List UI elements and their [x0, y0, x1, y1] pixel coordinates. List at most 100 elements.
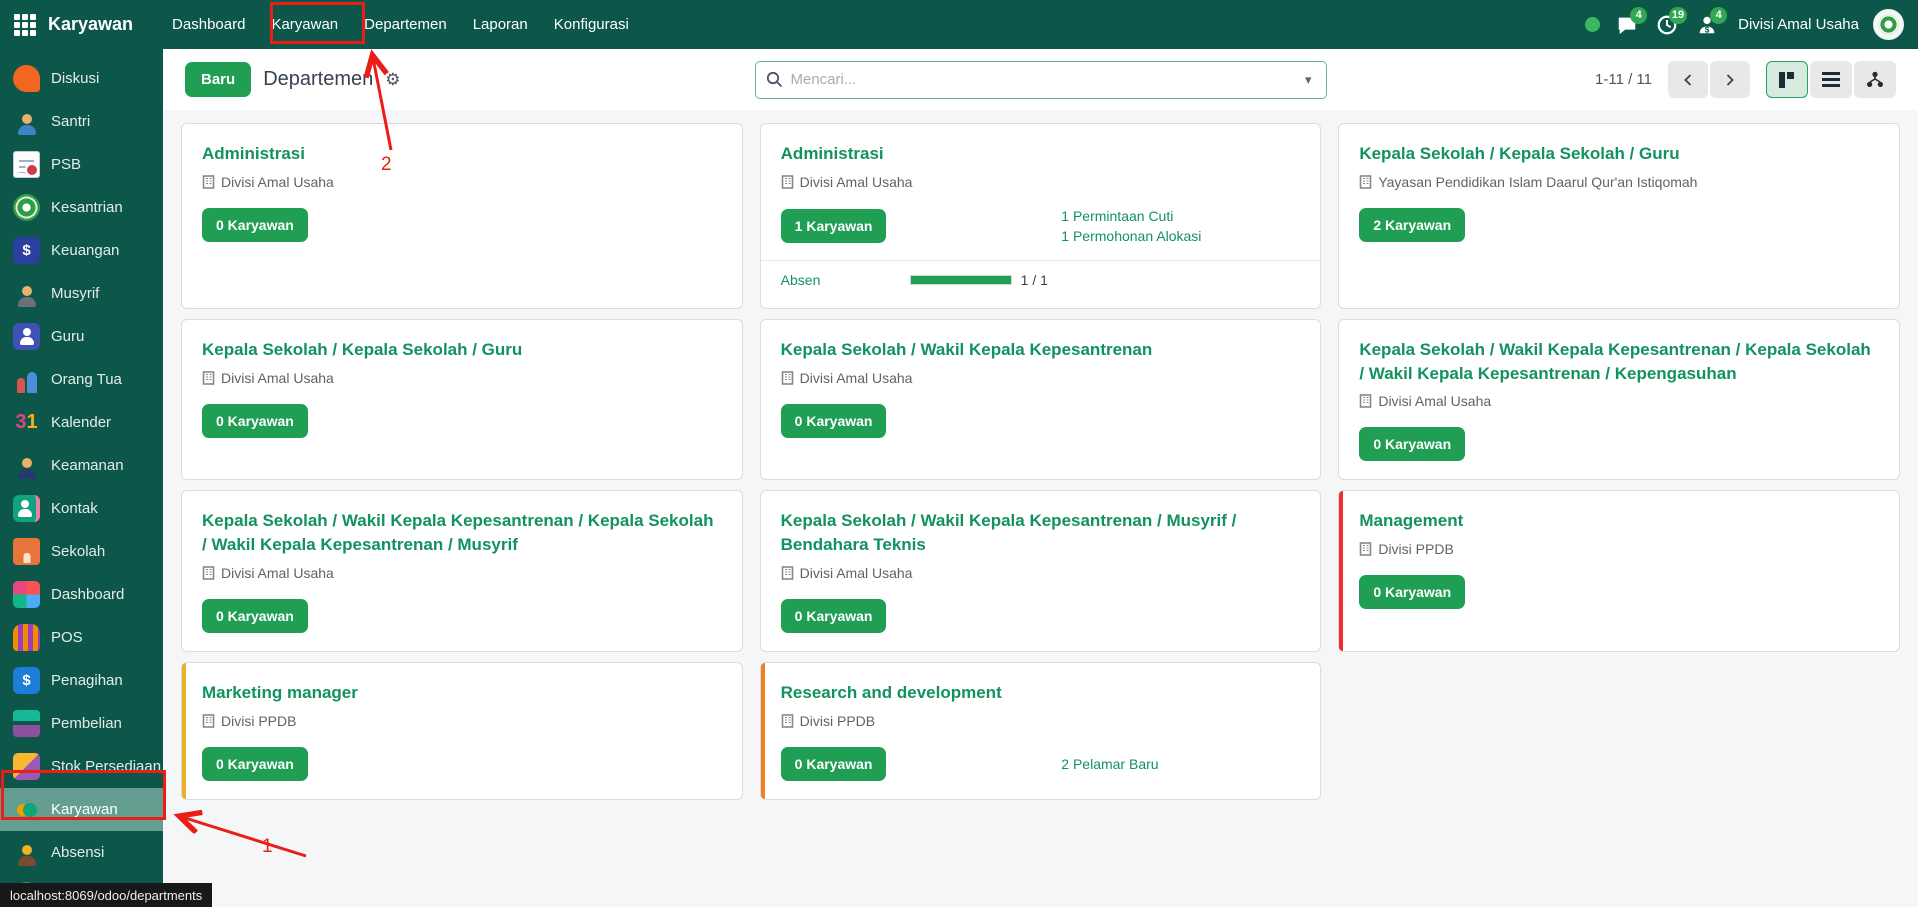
employees-count-button[interactable]: 0 Karyawan	[202, 208, 308, 242]
kanban-view-icon	[1779, 72, 1795, 88]
activities-clock-icon[interactable]: 19	[1654, 12, 1680, 38]
sidebar-item-kontak[interactable]: Kontak	[0, 487, 163, 530]
menu-departemen[interactable]: Departemen	[351, 0, 460, 49]
building-icon	[781, 714, 794, 728]
employee-dollar-icon[interactable]: $ 4	[1694, 12, 1720, 38]
department-card[interactable]: Kepala Sekolah / Wakil Kepala Kepesantre…	[1338, 319, 1900, 481]
sidebar-item-sekolah[interactable]: Sekolah	[0, 530, 163, 573]
department-card[interactable]: Kepala Sekolah / Wakil Kepala Kepesantre…	[760, 319, 1322, 481]
department-name: Administrasi	[781, 142, 1301, 166]
employees-count-button[interactable]: 0 Karyawan	[781, 599, 887, 633]
sidebar-item-dashboard[interactable]: Dashboard	[0, 573, 163, 616]
department-name: Kepala Sekolah / Kepala Sekolah / Guru	[1359, 142, 1879, 166]
employees-count-button[interactable]: 0 Karyawan	[781, 404, 887, 438]
department-card[interactable]: Marketing manager Divisi PPDB 0 Karyawan	[181, 662, 743, 800]
building-icon	[202, 714, 215, 728]
control-panel: Baru Departemen ⚙ ▾ 1-11 / 11	[163, 49, 1918, 110]
employees-count-button[interactable]: 0 Karyawan	[202, 599, 308, 633]
hierarchy-view-icon	[1866, 71, 1884, 88]
search-bar[interactable]: ▾	[755, 61, 1327, 99]
sidebar-item-orang-tua[interactable]: Orang Tua	[0, 358, 163, 401]
sidebar-item-penagihan[interactable]: Penagihan	[0, 659, 163, 702]
view-switch-hierarchy[interactable]	[1854, 61, 1896, 98]
absence-ratio: 1 / 1	[1021, 272, 1048, 288]
gear-icon[interactable]: ⚙	[385, 70, 400, 90]
search-dropdown-caret-icon[interactable]: ▾	[1301, 72, 1316, 88]
sidebar: Diskusi Santri PSB Kesantrian Keuangan M…	[0, 49, 163, 907]
apps-menu-icon[interactable]	[14, 14, 36, 36]
employees-count-button[interactable]: 0 Karyawan	[202, 404, 308, 438]
app-name[interactable]: Karyawan	[48, 14, 133, 35]
department-card[interactable]: Kepala Sekolah / Kepala Sekolah / Guru D…	[181, 319, 743, 481]
sidebar-item-psb[interactable]: PSB	[0, 143, 163, 186]
pager-prev-button[interactable]	[1668, 61, 1708, 98]
sidebar-item-absensi[interactable]: Absensi	[0, 831, 163, 874]
department-card[interactable]: Management Divisi PPDB 0 Karyawan	[1338, 490, 1900, 652]
company-name: Divisi Amal Usaha	[800, 565, 913, 581]
document-icon	[13, 151, 40, 178]
status-url: localhost:8069/odoo/departments	[0, 883, 212, 907]
department-card[interactable]: Kepala Sekolah / Wakil Kepala Kepesantre…	[181, 490, 743, 652]
department-card[interactable]: Kepala Sekolah / Wakil Kepala Kepesantre…	[760, 490, 1322, 652]
menu-dashboard[interactable]: Dashboard	[159, 0, 258, 49]
messages-badge: 4	[1630, 7, 1647, 24]
sidebar-item-keamanan[interactable]: Keamanan	[0, 444, 163, 487]
department-card[interactable]: Administrasi Divisi Amal Usaha 1 Karyawa…	[760, 123, 1322, 309]
leave-requests-link[interactable]: 1 Permintaan Cuti	[1061, 208, 1300, 224]
messages-icon[interactable]: 4	[1614, 12, 1640, 38]
sidebar-item-diskusi[interactable]: Diskusi	[0, 57, 163, 100]
new-applicants-link[interactable]: 2 Pelamar Baru	[1061, 756, 1300, 772]
new-button[interactable]: Baru	[185, 62, 251, 97]
sidebar-item-santri[interactable]: Santri	[0, 100, 163, 143]
sidebar-item-kalender[interactable]: Kalender	[0, 401, 163, 444]
employees-count-button[interactable]: 0 Karyawan	[781, 747, 887, 781]
view-switch-kanban[interactable]	[1766, 61, 1808, 98]
sidebar-item-kesantrian[interactable]: Kesantrian	[0, 186, 163, 229]
sidebar-item-guru[interactable]: Guru	[0, 315, 163, 358]
dashboard-grid-icon	[13, 581, 40, 608]
view-switch-list[interactable]	[1810, 61, 1852, 98]
invoicing-dollar-icon	[13, 667, 40, 694]
building-icon	[202, 371, 215, 385]
department-card[interactable]: Administrasi Divisi Amal Usaha 0 Karyawa…	[181, 123, 743, 309]
parents-icon	[13, 366, 40, 393]
school-building-icon	[13, 538, 40, 565]
employees-count-button[interactable]: 0 Karyawan	[1359, 575, 1465, 609]
activities-badge: 19	[1669, 7, 1687, 24]
sidebar-item-karyawan[interactable]: Karyawan	[0, 788, 163, 831]
employees-count-button[interactable]: 1 Karyawan	[781, 209, 887, 243]
employees-count-button[interactable]: 0 Karyawan	[1359, 427, 1465, 461]
building-icon	[1359, 542, 1372, 556]
search-input[interactable]	[791, 71, 1301, 88]
sidebar-item-keuangan[interactable]: Keuangan	[0, 229, 163, 272]
sidebar-item-pembelian[interactable]: Pembelian	[0, 702, 163, 745]
user-avatar[interactable]	[1873, 9, 1904, 40]
department-card[interactable]: Research and development Divisi PPDB 0 K…	[760, 662, 1322, 800]
employees-count-button[interactable]: 0 Karyawan	[202, 747, 308, 781]
department-name: Kepala Sekolah / Wakil Kepala Kepesantre…	[781, 509, 1301, 557]
sidebar-item-pos[interactable]: POS	[0, 616, 163, 659]
absence-label[interactable]: Absen	[781, 272, 911, 288]
sidebar-item-stok-persediaan[interactable]: Stok Persediaan	[0, 745, 163, 788]
company-name: Yayasan Pendidikan Islam Daarul Qur'an I…	[1378, 174, 1697, 190]
absence-progress-bar	[911, 276, 1011, 284]
sidebar-item-musyrif[interactable]: Musyrif	[0, 272, 163, 315]
menu-konfigurasi[interactable]: Konfigurasi	[541, 0, 642, 49]
company-switcher[interactable]: Divisi Amal Usaha	[1738, 16, 1859, 33]
menu-laporan[interactable]: Laporan	[460, 0, 541, 49]
company-name: Divisi PPDB	[1378, 541, 1453, 557]
status-dot	[1585, 17, 1600, 32]
calendar-31-icon	[13, 409, 40, 436]
pager: 1-11 / 11	[1595, 71, 1652, 88]
building-icon	[781, 371, 794, 385]
systray: 4 19 $ 4 Divisi Amal Usaha	[1585, 9, 1918, 40]
pager-next-button[interactable]	[1710, 61, 1750, 98]
employees-count-button[interactable]: 2 Karyawan	[1359, 208, 1465, 242]
security-guard-icon	[13, 452, 40, 479]
supervisor-icon	[13, 280, 40, 307]
chevron-left-icon	[1681, 72, 1695, 88]
allocation-requests-link[interactable]: 1 Permohonan Alokasi	[1061, 228, 1300, 244]
department-card[interactable]: Kepala Sekolah / Kepala Sekolah / Guru Y…	[1338, 123, 1900, 309]
absence-footer: Absen 1 / 1	[761, 260, 1321, 290]
menu-karyawan[interactable]: Karyawan	[258, 0, 351, 49]
